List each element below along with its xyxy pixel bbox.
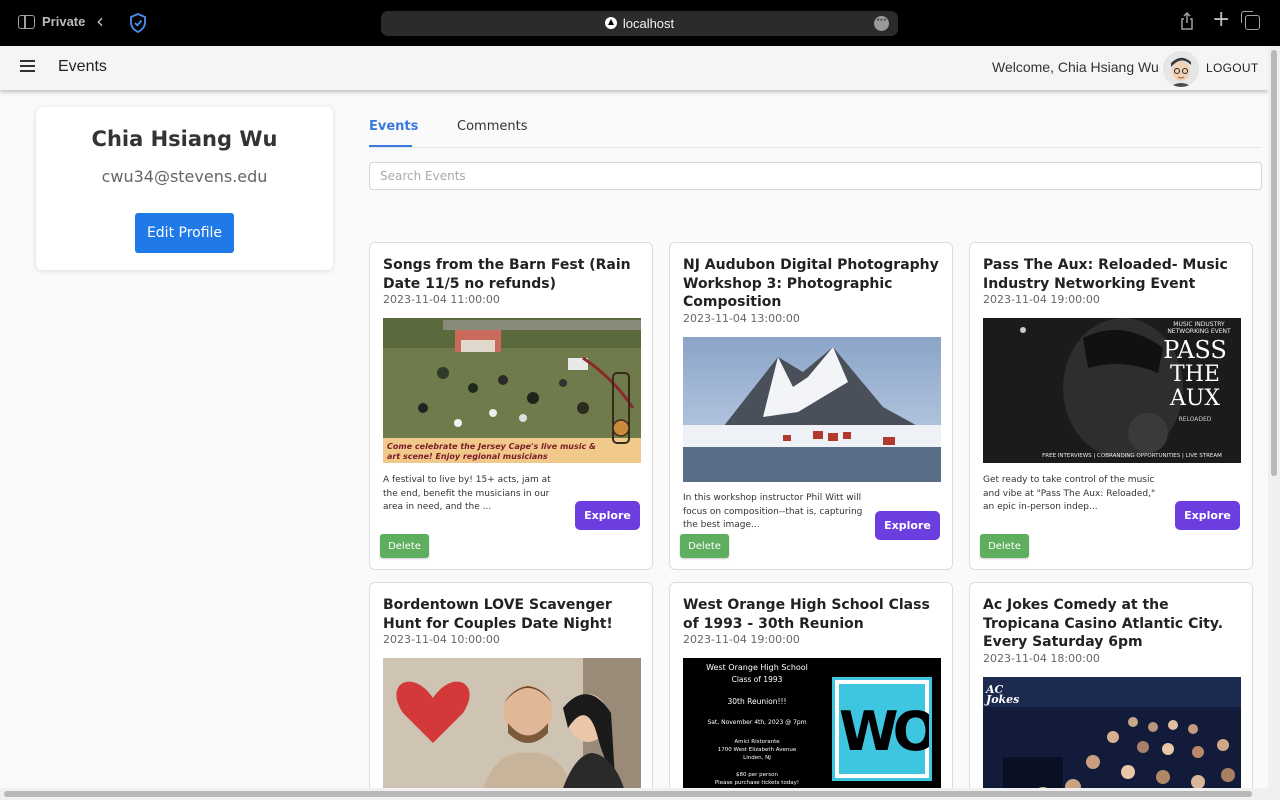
profile-email: cwu34@stevens.edu <box>101 167 268 186</box>
event-date: 2023-11-04 10:00:00 <box>383 633 500 646</box>
delete-button[interactable]: Delete <box>380 534 429 558</box>
event-card: West Orange High School Class of 1993 - … <box>669 582 953 800</box>
welcome-text: Welcome, Chia Hsiang Wu <box>992 59 1159 75</box>
logout-button[interactable]: LOGOUT <box>1206 61 1258 75</box>
menu-icon[interactable] <box>20 60 35 72</box>
site-icon <box>604 17 617 29</box>
event-description: A festival to live by! 15+ acts, jam at … <box>383 475 551 512</box>
new-tab-icon[interactable]: + <box>1212 9 1230 31</box>
event-date: 2023-11-04 19:00:00 <box>983 293 1100 306</box>
explore-button[interactable]: Explore <box>575 501 640 530</box>
edit-profile-button[interactable]: Edit Profile <box>135 213 234 253</box>
poster-line5: Amici Ristorante <box>734 739 780 745</box>
share-icon[interactable] <box>1180 12 1194 30</box>
event-title: Pass The Aux: Reloaded- Music Industry N… <box>983 257 1228 292</box>
event-title: Bordentown LOVE Scavenger Hunt for Coupl… <box>383 597 613 632</box>
school-logo: WO <box>832 677 938 781</box>
browser-toolbar: Private ‹ localhost ··· + <box>0 0 1280 46</box>
vertical-scrollbar[interactable] <box>1268 46 1280 800</box>
private-label: Private <box>42 14 86 29</box>
app-bar: Events Welcome, Chia Hsiang Wu LOGOUT <box>0 46 1268 90</box>
poster-line7: Linden, NJ <box>743 755 771 761</box>
event-title: Ac Jokes Comedy at the Tropicana Casino … <box>983 597 1224 650</box>
poster-line2: Class of 1993 <box>731 675 783 684</box>
event-date: 2023-11-04 11:00:00 <box>383 293 500 306</box>
event-description: Get ready to take control of the music a… <box>983 475 1156 512</box>
event-image: AC Jokes <box>983 677 1241 800</box>
event-card: Songs from the Barn Fest (Rain Date 11/5… <box>369 242 653 570</box>
explore-button[interactable]: Explore <box>875 511 940 540</box>
poster-line3: AUX <box>1169 386 1221 411</box>
event-card: Pass The Aux: Reloaded- Music Industry N… <box>969 242 1253 570</box>
avatar[interactable] <box>1163 51 1199 87</box>
horizontal-scrollbar[interactable] <box>0 788 1268 800</box>
image-caption: Come celebrate the Jersey Cape's live mu… <box>387 442 596 461</box>
event-image: Come celebrate the Jersey Cape's live mu… <box>383 318 641 463</box>
poster-top-text: MUSIC INDUSTRY NETWORKING EVENT <box>1167 321 1231 335</box>
event-date: 2023-11-04 19:00:00 <box>683 633 800 646</box>
event-card: Ac Jokes Comedy at the Tropicana Casino … <box>969 582 1253 800</box>
event-image: MUSIC INDUSTRY NETWORKING EVENT PASS THE… <box>983 318 1241 463</box>
poster-sub: RELOADED <box>1178 416 1212 423</box>
poster-line2: THE <box>1170 362 1220 387</box>
poster-line4: Sat, November 4th, 2023 @ 7pm <box>707 719 807 726</box>
event-title: NJ Audubon Digital Photography Workshop … <box>683 257 939 310</box>
tab-events[interactable]: Events <box>369 119 418 134</box>
search-input[interactable] <box>369 162 1262 190</box>
event-title: West Orange High School Class of 1993 - … <box>683 597 930 632</box>
club-logo: AC Jokes <box>986 683 1020 706</box>
poster-line9: Please purchase tickets today! <box>714 780 800 786</box>
horizontal-scroll-thumb[interactable] <box>4 791 1252 797</box>
event-date: 2023-11-04 13:00:00 <box>683 312 800 325</box>
event-card: Bordentown LOVE Scavenger Hunt for Coupl… <box>369 582 653 800</box>
event-image <box>383 658 641 800</box>
poster-line8: $80 per person <box>736 772 778 778</box>
event-image: West Orange High School Class of 1993 30… <box>683 658 941 800</box>
explore-button[interactable]: Explore <box>1175 501 1240 530</box>
poster-line1: PASS <box>1163 336 1227 364</box>
address-bar[interactable]: localhost ··· <box>381 11 898 36</box>
profile-name: Chia Hsiang Wu <box>91 127 278 151</box>
profile-card: Chia Hsiang Wu cwu34@stevens.edu Edit Pr… <box>36 107 333 270</box>
event-date: 2023-11-04 18:00:00 <box>983 652 1100 665</box>
event-card: NJ Audubon Digital Photography Workshop … <box>669 242 953 570</box>
event-image <box>683 337 941 482</box>
tab-overview-icon[interactable] <box>1241 11 1260 30</box>
delete-button[interactable]: Delete <box>980 534 1029 558</box>
poster-bottom: FREE INTERVIEWS | COBRANDING OPPORTUNITI… <box>1042 453 1222 459</box>
poster-line3: 30th Reunion!!! <box>727 697 787 706</box>
event-title: Songs from the Barn Fest (Rain Date 11/5… <box>383 257 631 292</box>
sidebar-toggle-icon[interactable] <box>18 15 35 29</box>
back-icon[interactable]: ‹ <box>96 9 104 33</box>
tab-comments[interactable]: Comments <box>457 119 527 134</box>
page-title: Events <box>58 58 107 75</box>
delete-button[interactable]: Delete <box>680 534 729 558</box>
vertical-scroll-thumb[interactable] <box>1271 50 1277 476</box>
shield-icon[interactable] <box>129 13 147 33</box>
poster-line1: West Orange High School <box>706 663 808 672</box>
poster-line6: 1700 West Elizabeth Avenue <box>717 747 797 753</box>
event-description: In this workshop instructor Phil Witt wi… <box>683 493 863 530</box>
more-options-icon[interactable]: ··· <box>874 16 889 31</box>
tabs-divider <box>369 147 1262 148</box>
url-text: localhost <box>622 16 675 31</box>
